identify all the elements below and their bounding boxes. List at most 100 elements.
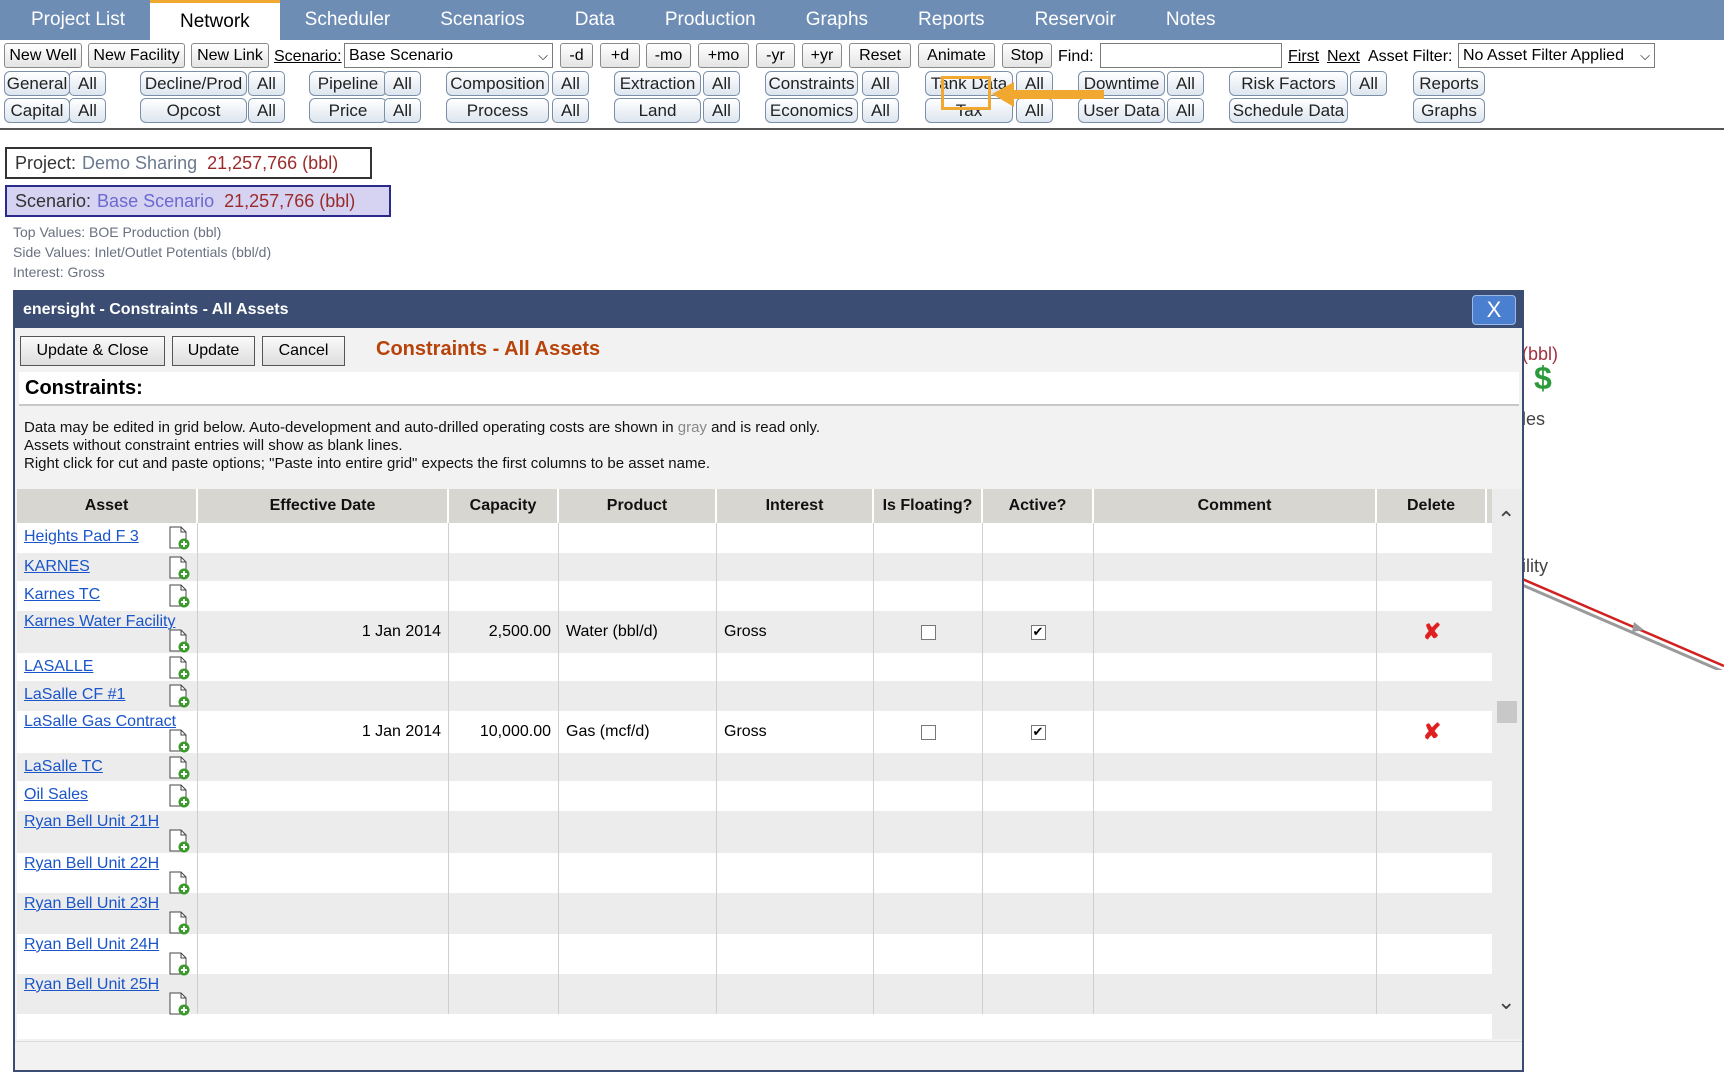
add-constraint-icon[interactable]	[168, 871, 190, 895]
category-pipeline-button[interactable]: Pipeline	[309, 71, 387, 96]
active-checkbox[interactable]: ✔	[1030, 724, 1046, 740]
tab-scheduler[interactable]: Scheduler	[280, 0, 416, 40]
tab-project-list[interactable]: Project List	[0, 0, 150, 40]
capacity-cell[interactable]	[449, 553, 559, 581]
interest-cell[interactable]	[717, 893, 874, 934]
interest-cell[interactable]	[717, 753, 874, 781]
add-constraint-icon[interactable]	[168, 656, 190, 680]
product-cell[interactable]	[559, 523, 717, 553]
tab-notes[interactable]: Notes	[1141, 0, 1241, 40]
tab-scenarios[interactable]: Scenarios	[415, 0, 550, 40]
interest-cell[interactable]	[717, 781, 874, 811]
is-floating-checkbox[interactable]	[920, 624, 936, 640]
asset-link[interactable]: Ryan Bell Unit 23H	[24, 895, 159, 913]
add-constraint-icon[interactable]	[168, 784, 190, 808]
capacity-cell[interactable]	[449, 753, 559, 781]
capacity-cell[interactable]	[449, 681, 559, 711]
asset-link[interactable]: Ryan Bell Unit 24H	[24, 936, 159, 954]
comment-cell[interactable]	[1094, 581, 1377, 611]
delete-icon[interactable]: ✘	[1423, 719, 1441, 745]
add-constraint-icon[interactable]	[168, 992, 190, 1016]
category-general-button[interactable]: General	[4, 71, 70, 96]
effective-date-cell[interactable]	[198, 781, 449, 811]
add-constraint-icon[interactable]	[168, 584, 190, 608]
category-composition-all-button[interactable]: All	[552, 71, 589, 96]
asset-filter-select[interactable]: No Asset Filter Applied ⌵	[1458, 43, 1655, 68]
new-link-button[interactable]: New Link	[191, 43, 269, 68]
scenario-select[interactable]: Base Scenario ⌵	[344, 43, 553, 68]
interest-cell[interactable]	[717, 553, 874, 581]
category-graphs-button[interactable]: Graphs	[1413, 98, 1485, 123]
asset-link[interactable]: LaSalle Gas Contract	[24, 713, 176, 731]
category-land-all-button[interactable]: All	[703, 98, 740, 123]
product-cell[interactable]	[559, 581, 717, 611]
is-floating-checkbox[interactable]	[920, 724, 936, 740]
capacity-cell[interactable]	[449, 581, 559, 611]
capacity-cell[interactable]	[449, 974, 559, 1014]
asset-link[interactable]: LASALLE	[24, 658, 93, 676]
capacity-cell[interactable]: 10,000.00	[449, 711, 559, 753]
animate-button[interactable]: Animate	[918, 43, 995, 68]
comment-cell[interactable]	[1094, 553, 1377, 581]
effective-date-cell[interactable]	[198, 653, 449, 681]
product-cell[interactable]: Gas (mcf/d)	[559, 711, 717, 753]
add-constraint-icon[interactable]	[168, 756, 190, 780]
product-cell[interactable]	[559, 753, 717, 781]
effective-date-cell[interactable]	[198, 893, 449, 934]
delete-icon[interactable]: ✘	[1423, 619, 1441, 645]
category-process-all-button[interactable]: All	[552, 98, 589, 123]
asset-link[interactable]: Ryan Bell Unit 21H	[24, 813, 159, 831]
asset-link[interactable]: Oil Sales	[24, 786, 88, 804]
column-header-delete[interactable]: Delete	[1377, 489, 1487, 523]
column-header-comment[interactable]: Comment	[1094, 489, 1377, 523]
comment-cell[interactable]	[1094, 681, 1377, 711]
effective-date-cell[interactable]	[198, 853, 449, 893]
category-risk-factors-button[interactable]: Risk Factors	[1229, 71, 1348, 96]
category-decline-prod-all-button[interactable]: All	[248, 71, 285, 96]
product-cell[interactable]	[559, 974, 717, 1014]
capacity-cell[interactable]	[449, 653, 559, 681]
product-cell[interactable]	[559, 553, 717, 581]
add-constraint-icon[interactable]	[168, 629, 190, 653]
interest-cell[interactable]: Gross	[717, 611, 874, 653]
category-economics-all-button[interactable]: All	[862, 98, 899, 123]
product-cell[interactable]	[559, 681, 717, 711]
column-header-active[interactable]: Active?	[983, 489, 1094, 523]
comment-cell[interactable]	[1094, 611, 1377, 653]
effective-date-cell[interactable]	[198, 681, 449, 711]
add-constraint-icon[interactable]	[168, 729, 190, 753]
comment-cell[interactable]	[1094, 853, 1377, 893]
product-cell[interactable]	[559, 893, 717, 934]
effective-date-cell[interactable]	[198, 811, 449, 853]
category-risk-factors-all-button[interactable]: All	[1350, 71, 1387, 96]
minus-month-button[interactable]: -mo	[646, 43, 691, 68]
tab-data[interactable]: Data	[550, 0, 640, 40]
capacity-cell[interactable]	[449, 523, 559, 553]
new-facility-button[interactable]: New Facility	[88, 43, 185, 68]
comment-cell[interactable]	[1094, 711, 1377, 753]
update-button[interactable]: Update	[172, 336, 255, 366]
tab-reservoir[interactable]: Reservoir	[1010, 0, 1141, 40]
category-constraints-all-button[interactable]: All	[862, 71, 899, 96]
column-header-is-floating[interactable]: Is Floating?	[874, 489, 983, 523]
capacity-cell[interactable]	[449, 811, 559, 853]
effective-date-cell[interactable]: 1 Jan 2014	[198, 711, 449, 753]
comment-cell[interactable]	[1094, 523, 1377, 553]
scenario-summary[interactable]: Scenario: Base Scenario 21,257,766 (bbl)	[5, 185, 391, 217]
comment-cell[interactable]	[1094, 893, 1377, 934]
plus-month-button[interactable]: +mo	[698, 43, 749, 68]
capacity-cell[interactable]: 2,500.00	[449, 611, 559, 653]
plus-day-button[interactable]: +d	[600, 43, 640, 68]
category-composition-button[interactable]: Composition	[446, 71, 549, 96]
category-capital-all-button[interactable]: All	[69, 98, 106, 123]
category-general-all-button[interactable]: All	[69, 71, 106, 96]
capacity-cell[interactable]	[449, 781, 559, 811]
first-link[interactable]: First	[1288, 48, 1319, 66]
effective-date-cell[interactable]	[198, 753, 449, 781]
effective-date-cell[interactable]: 1 Jan 2014	[198, 611, 449, 653]
add-constraint-icon[interactable]	[168, 526, 190, 550]
category-downtime-all-button[interactable]: All	[1167, 71, 1204, 96]
tab-network[interactable]: Network	[149, 0, 280, 40]
asset-link[interactable]: LaSalle CF #1	[24, 686, 125, 704]
category-price-button[interactable]: Price	[309, 98, 387, 123]
